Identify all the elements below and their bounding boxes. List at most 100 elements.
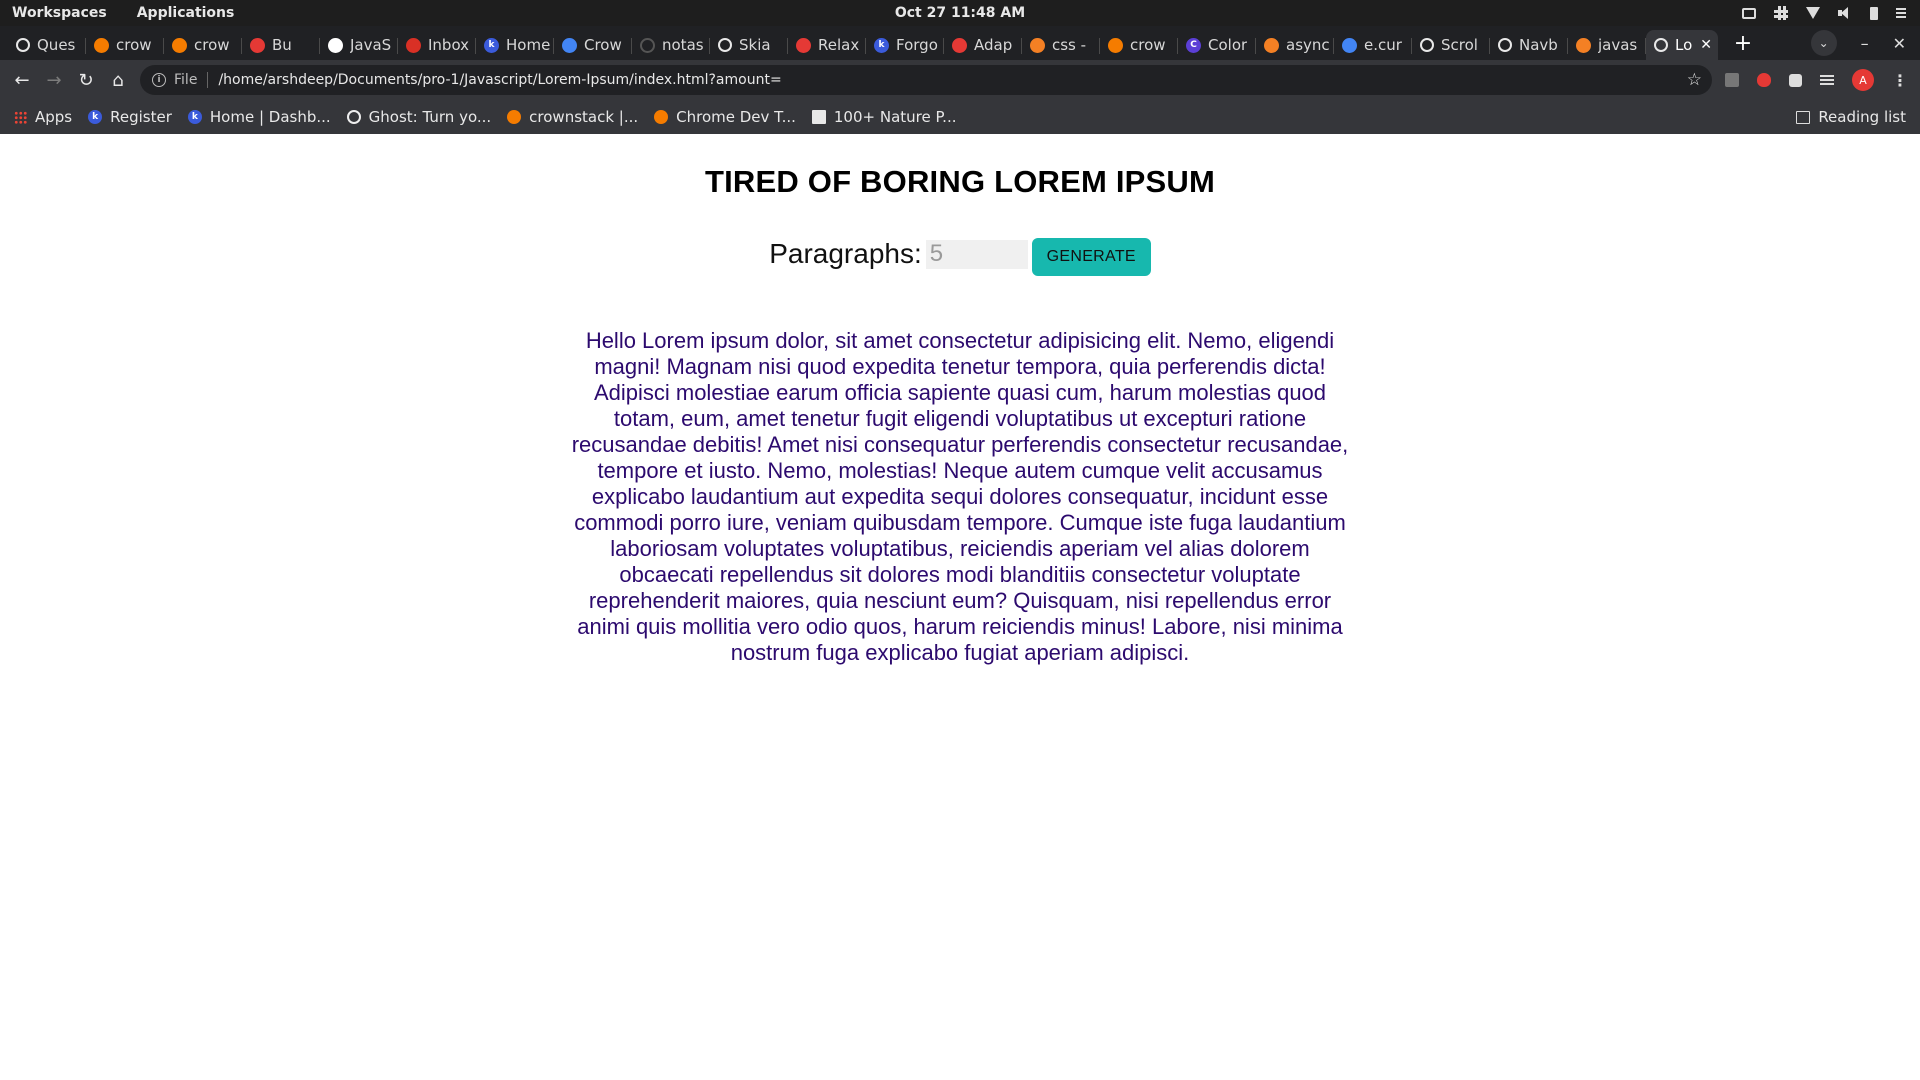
media-control-icon[interactable] bbox=[1820, 79, 1834, 81]
tab-label: Scrol bbox=[1441, 36, 1478, 54]
network-icon[interactable] bbox=[1742, 7, 1756, 19]
tab-label: Crow bbox=[584, 36, 622, 54]
globe-icon bbox=[1498, 38, 1512, 52]
tab[interactable]: C Color bbox=[1178, 30, 1256, 60]
tab[interactable]: JavaS bbox=[320, 30, 398, 60]
tab[interactable]: k Home bbox=[476, 30, 554, 60]
extension-icon[interactable] bbox=[1725, 73, 1739, 87]
close-window-icon[interactable]: ✕ bbox=[1893, 34, 1906, 53]
bookmark-item[interactable]: k Register bbox=[88, 108, 172, 126]
asterisk-icon bbox=[952, 37, 967, 53]
gmail-icon bbox=[406, 37, 421, 53]
tab[interactable]: Ques bbox=[8, 30, 86, 60]
wifi-icon[interactable] bbox=[1806, 7, 1820, 19]
battery-icon[interactable] bbox=[1870, 6, 1878, 20]
tab-label: crow bbox=[1130, 36, 1166, 54]
generate-button[interactable]: GENERATE bbox=[1031, 238, 1151, 276]
tab-label: crow bbox=[116, 36, 152, 54]
site-info-icon[interactable]: i bbox=[152, 73, 166, 87]
tab[interactable]: Navb bbox=[1490, 30, 1568, 60]
tab[interactable]: crow bbox=[86, 30, 164, 60]
tab[interactable]: css - bbox=[1022, 30, 1100, 60]
bookmark-item[interactable]: Chrome Dev T... bbox=[654, 108, 796, 126]
bookmark-item[interactable]: crownstack |... bbox=[507, 108, 638, 126]
tab-label: notas bbox=[662, 36, 704, 54]
tab[interactable]: e.cur bbox=[1334, 30, 1412, 60]
ghost-icon bbox=[346, 110, 361, 124]
bookmark-label: Register bbox=[110, 108, 172, 126]
bookmark-icon bbox=[328, 37, 343, 53]
tab[interactable]: k Forgo bbox=[866, 30, 944, 60]
stackoverflow-icon bbox=[1576, 37, 1591, 53]
forward-icon[interactable]: → bbox=[38, 64, 70, 96]
tab-search-icon[interactable]: ⌄ bbox=[1810, 30, 1837, 56]
extension-red-icon[interactable] bbox=[1757, 73, 1771, 87]
profile-avatar[interactable]: A bbox=[1852, 69, 1874, 91]
back-icon[interactable]: ← bbox=[6, 64, 38, 96]
tab[interactable]: notas bbox=[632, 30, 710, 60]
tab-list: Ques crow crow Bu JavaS Inbox k Home Crow notas Sk… bbox=[8, 26, 1718, 60]
tab[interactable]: Crow bbox=[554, 30, 632, 60]
tab-active[interactable]: Lo ✕ bbox=[1646, 30, 1718, 60]
tab[interactable]: async bbox=[1256, 30, 1334, 60]
tab-label: Inbox bbox=[428, 36, 470, 54]
tab[interactable]: crow bbox=[1100, 30, 1178, 60]
crownstack-icon bbox=[172, 37, 187, 53]
close-tab-icon[interactable]: ✕ bbox=[1700, 37, 1712, 53]
reload-icon[interactable]: ↻ bbox=[70, 64, 102, 96]
tab-label: Ques bbox=[37, 36, 76, 54]
k-icon: k bbox=[88, 110, 103, 124]
lorem-form: Paragraphs: GENERATE bbox=[0, 232, 1920, 276]
tab-label: Skia bbox=[739, 36, 771, 54]
lorem-paragraph: Hello Lorem ipsum dolor, sit amet consec… bbox=[571, 328, 1349, 665]
tab[interactable]: Bu bbox=[242, 30, 320, 60]
bookmark-item[interactable]: Ghost: Turn yo... bbox=[346, 108, 492, 126]
tab-label: async bbox=[1286, 36, 1330, 54]
menu-icon[interactable] bbox=[1896, 12, 1906, 14]
reading-list-button[interactable]: Reading list bbox=[1796, 108, 1906, 126]
applications-menu[interactable]: Applications bbox=[137, 5, 235, 21]
bookmark-star-icon[interactable]: ☆ bbox=[1687, 70, 1702, 90]
crownstack-icon bbox=[654, 110, 669, 124]
minimize-icon[interactable]: – bbox=[1861, 34, 1869, 53]
url-text[interactable]: /home/arshdeep/Documents/pro-1/Javascrip… bbox=[218, 72, 781, 88]
bookmark-item[interactable]: k Home | Dashb... bbox=[187, 108, 331, 126]
tab[interactable]: Skia bbox=[710, 30, 788, 60]
new-tab-button[interactable]: + bbox=[1728, 29, 1758, 57]
stackoverflow-icon bbox=[1264, 37, 1279, 53]
bookmark-label: Ghost: Turn yo... bbox=[368, 108, 492, 126]
tab[interactable]: javas bbox=[1568, 30, 1646, 60]
bookmark-item[interactable]: 100+ Nature P... bbox=[811, 108, 957, 126]
unsplash-icon bbox=[811, 110, 826, 124]
amount-input[interactable] bbox=[925, 239, 1028, 269]
tab-label: Home bbox=[506, 36, 551, 54]
k-icon: k bbox=[484, 37, 499, 53]
slack-icon[interactable] bbox=[1774, 6, 1788, 20]
tab-label: crow bbox=[194, 36, 230, 54]
bookmark-label: 100+ Nature P... bbox=[833, 108, 957, 126]
bookmark-list: k Register k Home | Dashb... Ghost: Turn yo.… bbox=[88, 108, 972, 126]
tab[interactable]: Inbox bbox=[398, 30, 476, 60]
tab-label: Forgo bbox=[896, 36, 938, 54]
tab-label: Relax bbox=[818, 36, 860, 54]
clock[interactable]: Oct 27 11:48 AM bbox=[0, 5, 1920, 21]
volume-icon[interactable] bbox=[1838, 6, 1852, 20]
k-icon: k bbox=[874, 37, 889, 53]
extensions-puzzle-icon[interactable] bbox=[1789, 73, 1802, 87]
home-icon[interactable]: ⌂ bbox=[102, 64, 134, 96]
tab[interactable]: crow bbox=[164, 30, 242, 60]
divider bbox=[207, 72, 209, 88]
more-menu-icon[interactable]: ⋮ bbox=[1892, 71, 1908, 90]
bookmarks-bar: Apps k Register k Home | Dashb... Ghost: Tur… bbox=[0, 100, 1920, 134]
bookmark-apps[interactable]: Apps bbox=[14, 108, 72, 126]
youtube-icon bbox=[250, 37, 265, 53]
tab-label: Navb bbox=[1519, 36, 1558, 54]
apps-grid-icon bbox=[14, 110, 27, 124]
address-bar[interactable]: i File /home/arshdeep/Documents/pro-1/Ja… bbox=[140, 65, 1712, 95]
tab[interactable]: Relax bbox=[788, 30, 866, 60]
globe-icon bbox=[1420, 38, 1434, 52]
tab[interactable]: Scrol bbox=[1412, 30, 1490, 60]
tab[interactable]: Adap bbox=[944, 30, 1022, 60]
workspaces-menu[interactable]: Workspaces bbox=[12, 5, 107, 21]
google-icon bbox=[1342, 37, 1357, 53]
